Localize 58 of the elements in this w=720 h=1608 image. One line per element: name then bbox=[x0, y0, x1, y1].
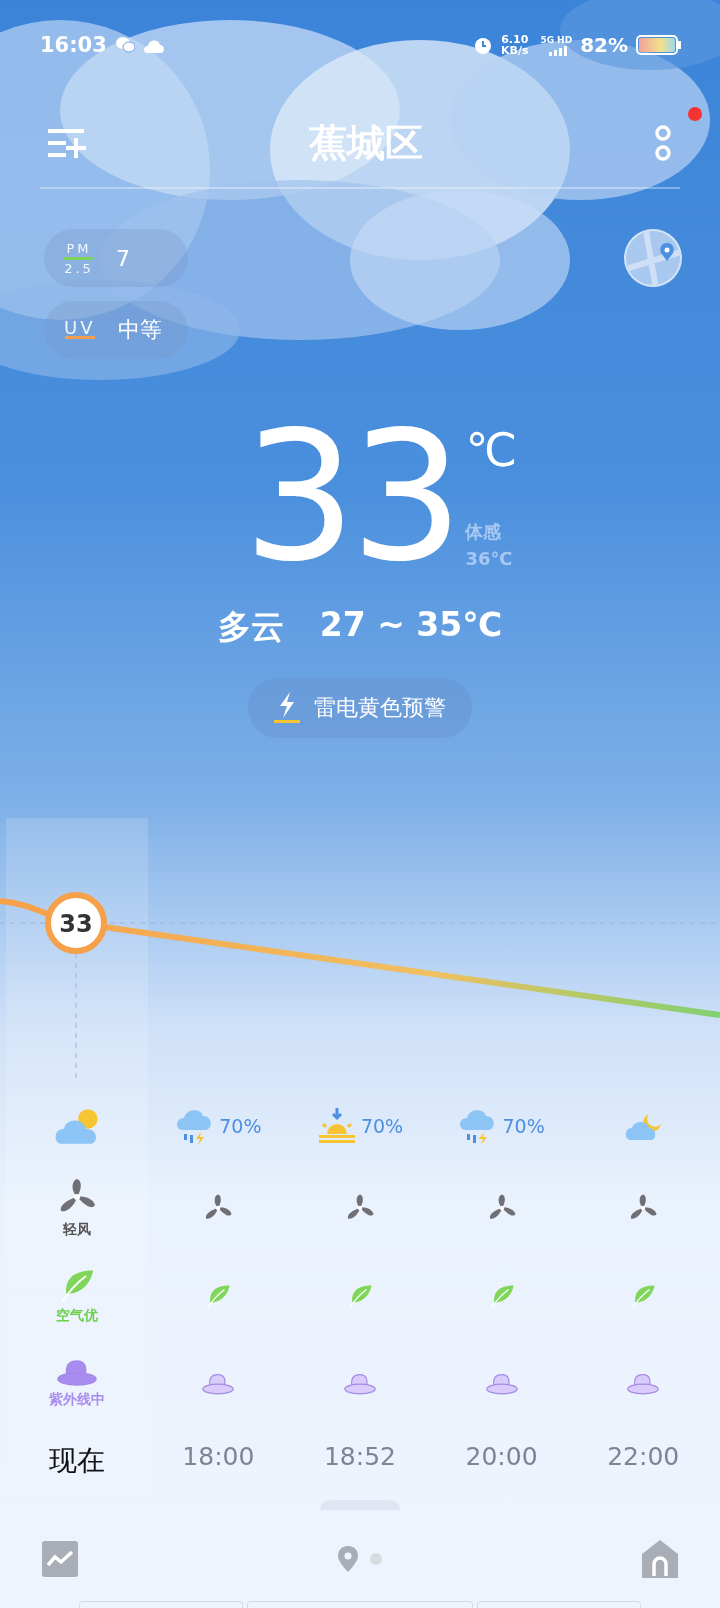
location-pin-icon[interactable] bbox=[338, 1546, 358, 1572]
menu-add-icon[interactable] bbox=[48, 128, 86, 158]
index-value: 中等 bbox=[117, 316, 162, 344]
current-temperature: 33 bbox=[242, 417, 458, 577]
precipitation-chance: 70% bbox=[219, 1115, 262, 1137]
leaf-icon bbox=[205, 1283, 232, 1309]
battery-percent: 82% bbox=[580, 33, 628, 57]
more-icon[interactable] bbox=[654, 123, 672, 163]
temperature-marker-label: 33 bbox=[59, 910, 93, 938]
hd-label: HD bbox=[557, 34, 573, 46]
leaf-icon bbox=[347, 1283, 373, 1309]
trend-chart-icon[interactable] bbox=[42, 1541, 78, 1577]
status-time: 16:03 bbox=[40, 33, 107, 57]
map-button[interactable] bbox=[624, 229, 682, 287]
hour-column[interactable]: 22:00 bbox=[572, 1088, 714, 1490]
temperature-unit: ℃ bbox=[465, 423, 518, 477]
pm25-pill[interactable]: PM 2.5 7 bbox=[44, 229, 188, 287]
index-value: 7 bbox=[116, 245, 130, 271]
page-dot[interactable] bbox=[370, 1553, 382, 1565]
feels-like-label: 体感 bbox=[465, 520, 503, 544]
wind-label: 轻风 bbox=[62, 1221, 91, 1239]
hour-column[interactable]: 70% 20:00 bbox=[430, 1088, 573, 1490]
hour-column[interactable]: 70% 18:00 bbox=[147, 1088, 290, 1490]
hour-column[interactable]: 70% 18:52 bbox=[289, 1088, 431, 1490]
index-label: PM bbox=[66, 241, 92, 255]
index-label: UV bbox=[64, 321, 96, 334]
lightning-icon bbox=[274, 692, 300, 724]
temperature-range: 27 ~ 35℃ bbox=[319, 605, 503, 646]
net-speed: 6.10 bbox=[501, 34, 529, 45]
hour-time: 18:52 bbox=[323, 1442, 396, 1471]
feels-like-value: 36℃ bbox=[465, 548, 514, 569]
hat-icon bbox=[56, 1359, 97, 1387]
hour-time: 22:00 bbox=[607, 1442, 680, 1471]
network-type: 5G bbox=[540, 34, 555, 46]
hat-icon bbox=[344, 1372, 376, 1396]
net-unit: KB/s bbox=[500, 45, 529, 56]
weather-condition: 多云 bbox=[217, 606, 284, 648]
home-icon[interactable] bbox=[642, 1540, 678, 1578]
temperature-marker bbox=[45, 892, 107, 954]
sunset-icon bbox=[316, 1106, 357, 1146]
weather-alert-button[interactable]: 雷电黄色预警 bbox=[248, 678, 472, 738]
alarm-icon bbox=[472, 35, 493, 55]
uv-pill[interactable]: UV 中等 bbox=[44, 301, 188, 359]
index-label: 2.5 bbox=[64, 261, 94, 275]
hour-time: 现在 bbox=[48, 1443, 105, 1479]
hour-time: 20:00 bbox=[465, 1442, 538, 1471]
chat-icon bbox=[114, 36, 135, 54]
precipitation-chance: 70% bbox=[502, 1115, 545, 1137]
leaf-icon bbox=[630, 1283, 657, 1309]
hat-icon bbox=[202, 1372, 235, 1396]
air-quality-label: 空气优 bbox=[55, 1307, 98, 1325]
hour-time: 18:00 bbox=[182, 1442, 255, 1471]
hat-icon bbox=[485, 1372, 518, 1396]
hat-icon bbox=[627, 1372, 660, 1396]
precipitation-chance: 70% bbox=[360, 1115, 404, 1137]
uv-label: 紫外线中 bbox=[48, 1391, 105, 1409]
battery-icon bbox=[636, 35, 682, 55]
leaf-icon bbox=[488, 1283, 515, 1309]
